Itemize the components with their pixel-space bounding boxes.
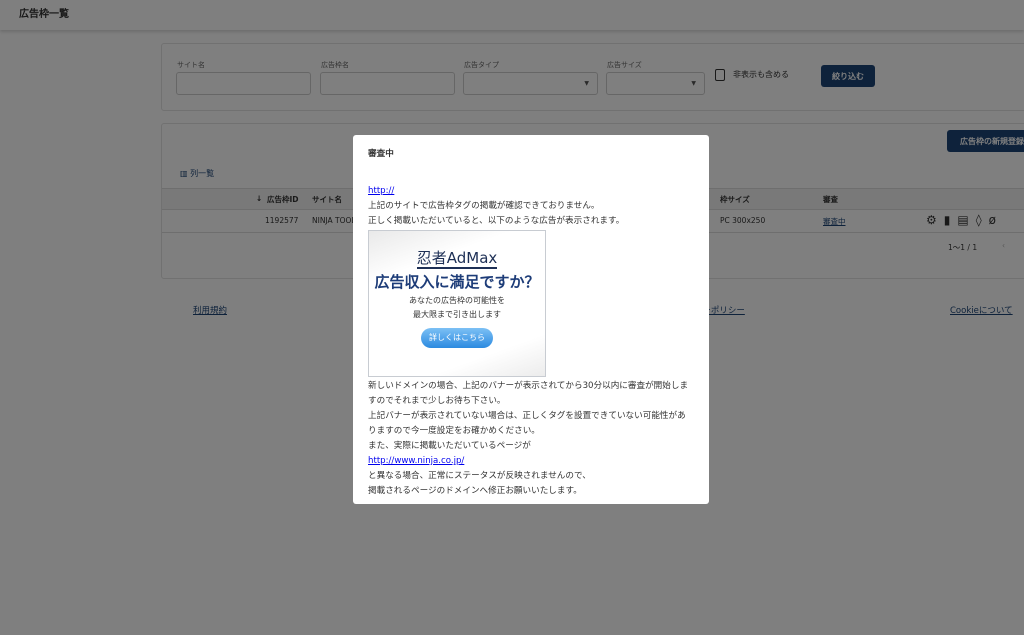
banner-sub: あなたの広告枠の可能性を bbox=[369, 294, 545, 308]
modal-text: また、実際に掲載いただいているページが bbox=[368, 439, 694, 454]
modal-text: 上記のサイトで広告枠タグの掲載が確認できておりません。 bbox=[368, 199, 694, 214]
modal-title: 審査中 bbox=[368, 147, 694, 162]
modal-text: 掲載されるページのドメインへ修正お願いいたします。 bbox=[368, 484, 694, 499]
ninja-url-link[interactable]: http://www.ninja.co.jp/ bbox=[368, 456, 464, 466]
admax-logo: 忍者AdMax bbox=[369, 231, 545, 266]
banner-headline: 広告収入に満足ですか？ bbox=[369, 275, 545, 290]
review-status-modal: 審査中 http:// 上記のサイトで広告枠タグの掲載が確認できておりません。 … bbox=[353, 135, 709, 504]
modal-text: と異なる場合、正常にステータスが反映されませんので、 bbox=[368, 469, 694, 484]
banner-sub: 最大限まで引き出します bbox=[369, 308, 545, 322]
modal-text: 上記バナーが表示されていない場合は、正しくタグを設置できていない可能性があります… bbox=[368, 409, 694, 439]
modal-text: 新しいドメインの場合、上記のバナーが表示されてから30分以内に審査が開始しますの… bbox=[368, 379, 694, 409]
banner-cta-button: 詳しくはこちら bbox=[421, 328, 493, 348]
modal-text: 正しく掲載いただいていると、以下のような広告が表示されます。 bbox=[368, 214, 694, 229]
site-url-link[interactable]: http:// bbox=[368, 186, 394, 196]
sample-ad-banner: 忍者AdMax 広告収入に満足ですか？ あなたの広告枠の可能性を 最大限まで引き… bbox=[368, 230, 546, 377]
